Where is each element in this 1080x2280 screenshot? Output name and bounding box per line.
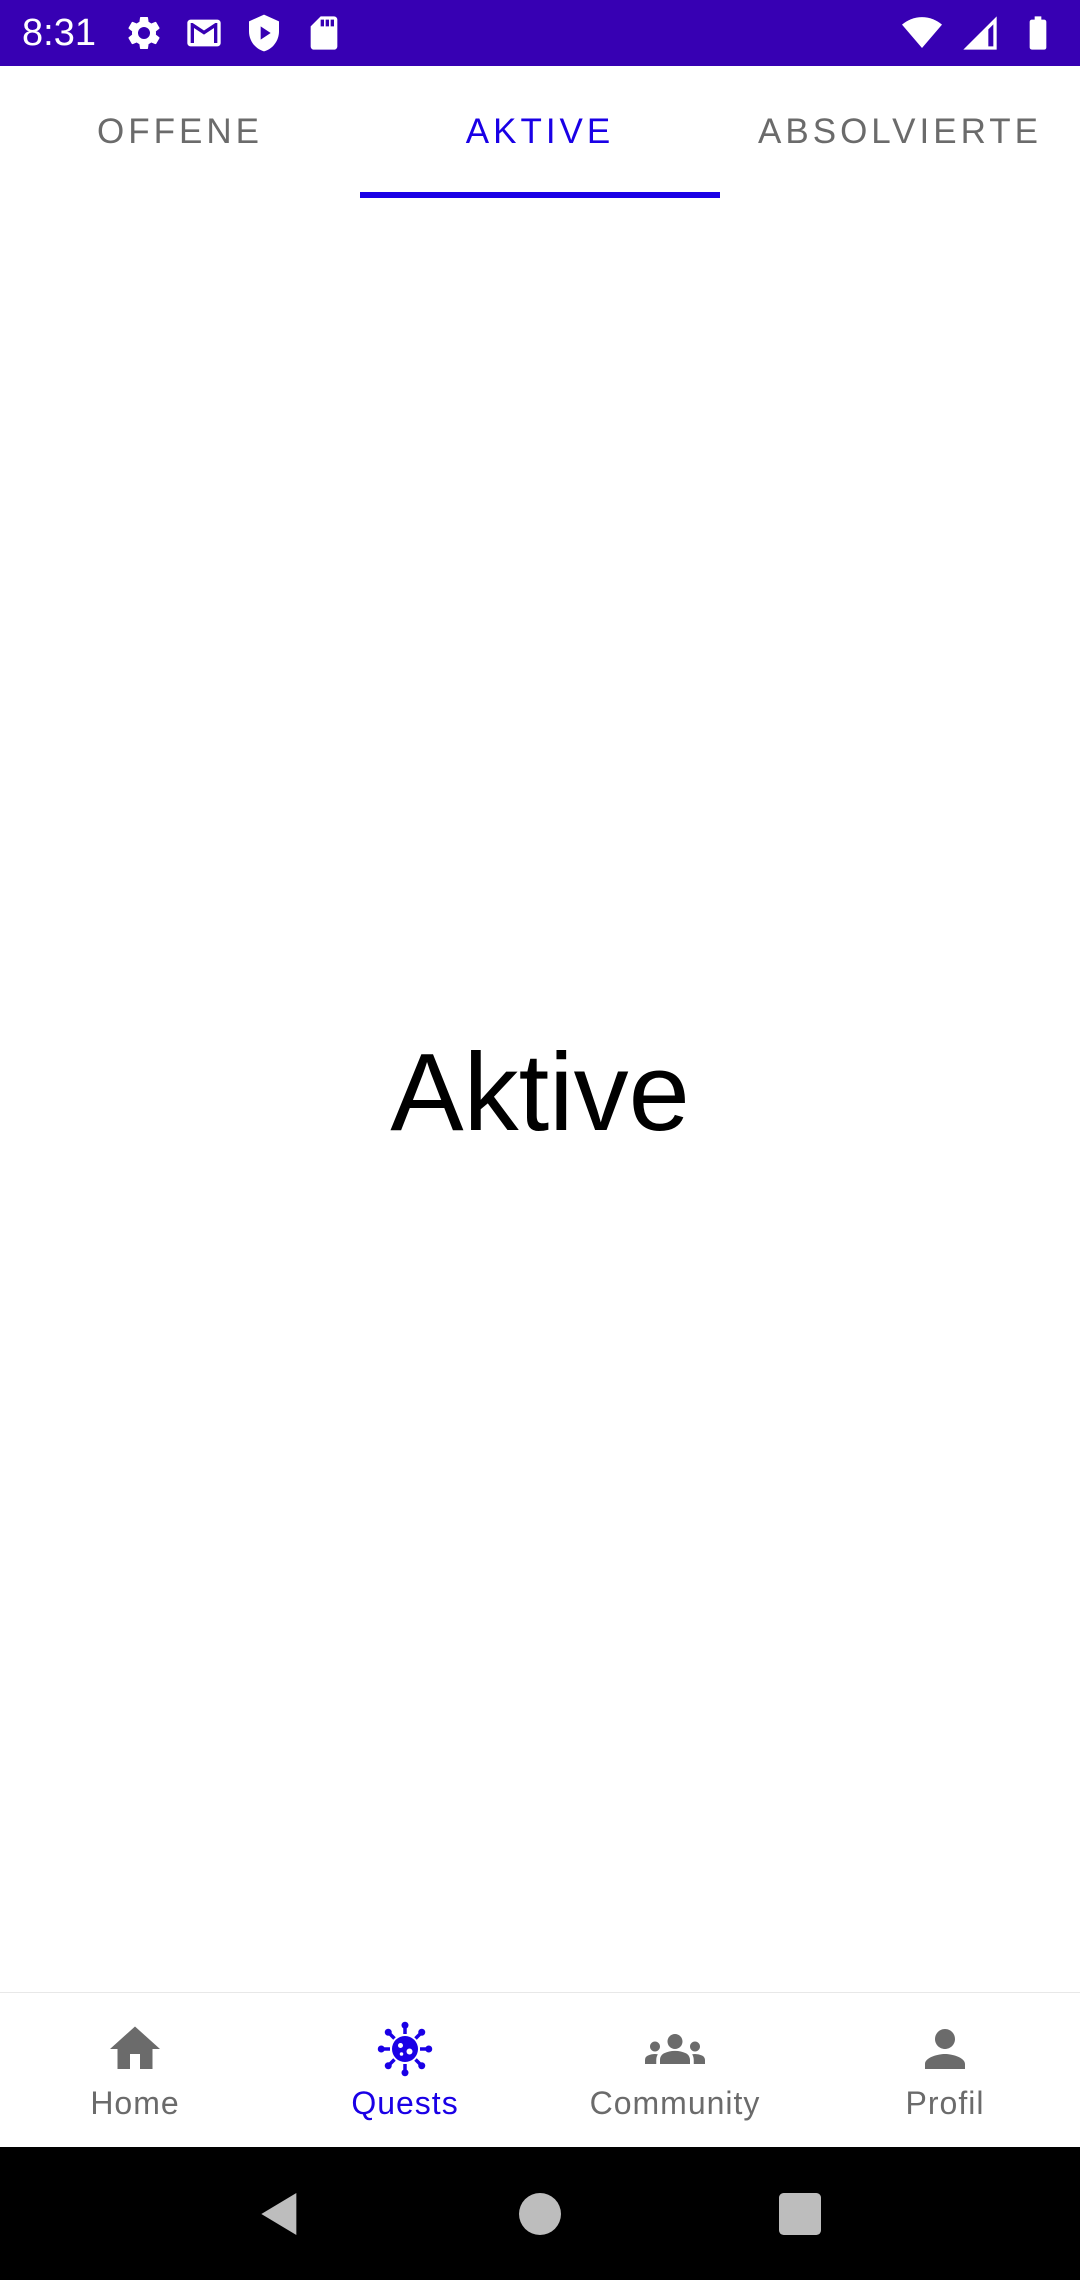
nav-label-community: Community — [589, 2084, 761, 2121]
settings-icon — [124, 13, 164, 53]
wifi-icon — [902, 13, 942, 53]
status-notification-icons — [124, 13, 344, 53]
tab-absolvierte[interactable]: ABSOLVIERTE — [720, 66, 1080, 198]
battery-icon — [1018, 13, 1058, 53]
tab-aktive[interactable]: AKTIVE — [360, 66, 720, 198]
nav-item-quests[interactable]: Quests — [270, 1993, 540, 2147]
status-time: 8:31 — [22, 11, 96, 54]
nav-item-community[interactable]: Community — [540, 1993, 810, 2147]
quest-tabs: OFFENE AKTIVE ABSOLVIERTE — [0, 66, 1080, 198]
gmail-icon — [184, 13, 224, 53]
nav-label-profil: Profil — [905, 2084, 985, 2121]
system-navigation-bar — [0, 2147, 1080, 2280]
status-bar: 8:31 — [0, 0, 1080, 66]
status-system-icons — [902, 13, 1058, 53]
virus-icon — [375, 2019, 435, 2079]
nav-item-profil[interactable]: Profil — [810, 1993, 1080, 2147]
bottom-navigation: Home Quests Community Profil — [0, 1992, 1080, 2147]
shield-play-icon — [244, 13, 284, 53]
home-circle-icon[interactable] — [510, 2184, 570, 2244]
sd-card-icon — [304, 13, 344, 53]
signal-icon — [960, 13, 1000, 53]
tab-offene[interactable]: OFFENE — [0, 66, 360, 198]
nav-label-home: Home — [90, 2084, 180, 2121]
home-icon — [105, 2019, 165, 2079]
person-icon — [915, 2019, 975, 2079]
nav-item-home[interactable]: Home — [0, 1993, 270, 2147]
groups-icon — [645, 2019, 705, 2079]
tab-content: Aktive — [0, 198, 1080, 1992]
back-icon[interactable] — [250, 2184, 310, 2244]
recents-icon[interactable] — [770, 2184, 830, 2244]
page-title: Aktive — [390, 1030, 690, 1154]
nav-label-quests: Quests — [351, 2084, 459, 2121]
